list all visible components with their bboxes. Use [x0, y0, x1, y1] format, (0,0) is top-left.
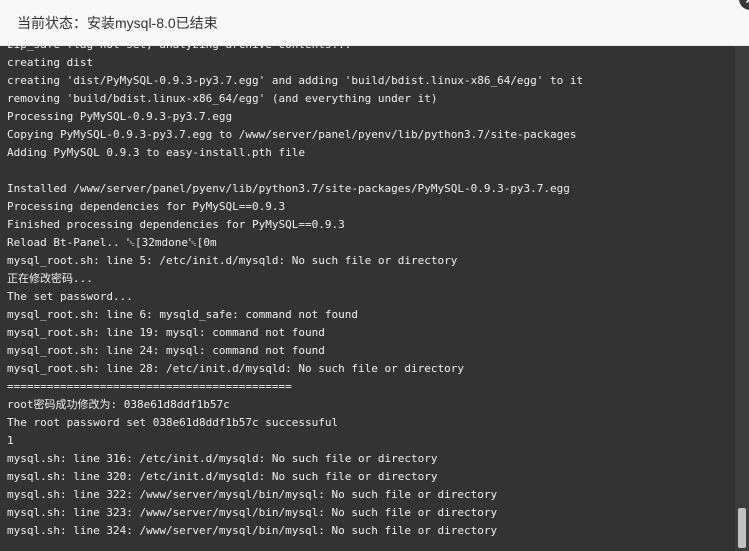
log-line: Adding PyMySQL 0.9.3 to easy-install.pth… [7, 146, 306, 159]
log-line: Finished processing dependencies for PyM… [7, 218, 345, 231]
log-line: creating dist [7, 56, 94, 69]
log-line: mysql.sh: line 316: /etc/init.d/mysqld: … [7, 452, 438, 465]
log-line: The set password... [7, 290, 133, 303]
log-line: root密码成功修改为: 038e61d8ddf1b57c [7, 398, 230, 411]
log-line: Processing dependencies for PyMySQL==0.9… [7, 200, 286, 213]
install-log-text: zip_safe flag not set; analyzing archive… [7, 46, 583, 540]
log-line: mysql.sh: line 320: /etc/init.d/mysqld: … [7, 470, 438, 483]
log-line: mysql_root.sh: line 19: mysql: command n… [7, 326, 325, 339]
log-line: mysql_root.sh: line 5: /etc/init.d/mysql… [7, 254, 458, 267]
log-line: creating 'dist/PyMySQL-0.9.3-py3.7.egg' … [7, 74, 584, 87]
install-status-dialog: 当前状态：安装mysql-8.0已结束 zip_safe flag not se… [0, 0, 749, 551]
log-line: The root password set 038e61d8ddf1b57c s… [7, 416, 339, 429]
log-line: mysql.sh: line 324: /www/server/mysql/bi… [7, 524, 498, 537]
dialog-title: 当前状态：安装mysql-8.0已结束 [17, 15, 218, 31]
log-line: Processing PyMySQL-0.9.3-py3.7.egg [7, 110, 233, 123]
log-line: zip_safe flag not set; analyzing archive… [7, 46, 583, 54]
log-line: Copying PyMySQL-0.9.3-py3.7.egg to /www/… [7, 128, 577, 141]
log-line: 正在修改密码... [7, 272, 93, 285]
install-log-console[interactable]: zip_safe flag not set; analyzing archive… [0, 46, 749, 551]
log-line: mysql_root.sh: line 28: /etc/init.d/mysq… [7, 362, 464, 375]
log-line: mysql.sh: line 322: /www/server/mysql/bi… [7, 488, 498, 501]
console-scrollbar-thumb[interactable] [738, 508, 746, 548]
log-line: mysql_root.sh: line 6: mysqld_safe: comm… [7, 308, 358, 321]
log-line: Installed /www/server/panel/pyenv/lib/py… [7, 182, 570, 195]
log-line: mysql_root.sh: line 24: mysql: command n… [7, 344, 325, 357]
log-line: 1 [7, 434, 14, 447]
log-line: ========================================… [7, 380, 292, 393]
log-line: Reload Bt-Panel.. ␛[32mdone␛[0m [7, 236, 217, 249]
log-line: mysql.sh: line 323: /www/server/mysql/bi… [7, 506, 498, 519]
console-scrollbar[interactable] [735, 46, 749, 551]
dialog-titlebar: 当前状态：安装mysql-8.0已结束 [0, 0, 749, 46]
log-line: removing 'build/bdist.linux-x86_64/egg' … [7, 92, 438, 105]
